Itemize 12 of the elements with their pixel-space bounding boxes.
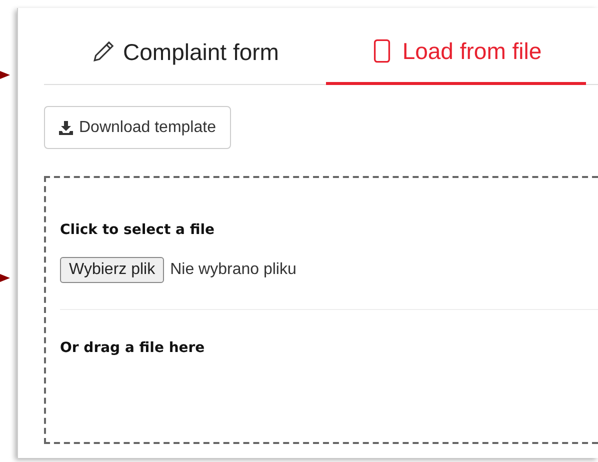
drag-label: Or drag a file here	[60, 340, 206, 356]
download-button[interactable]: Download template	[44, 106, 231, 149]
tab[interactable]: Load from file	[326, 20, 586, 85]
select-label: Click to select a file	[60, 222, 216, 238]
file-button[interactable]: Wybierz plik	[60, 257, 164, 283]
drop-zone[interactable]: Click to select a file Wybierz plik Nie wybrano pliku Or drag a file here	[44, 176, 598, 444]
pencil-icon	[91, 40, 116, 64]
tab[interactable]: Complaint form	[44, 20, 326, 84]
download-icon	[59, 120, 73, 134]
arrow-icon	[0, 70, 10, 80]
arrow-icon	[0, 273, 10, 283]
file-status: Nie wybrano pliku	[170, 261, 296, 279]
